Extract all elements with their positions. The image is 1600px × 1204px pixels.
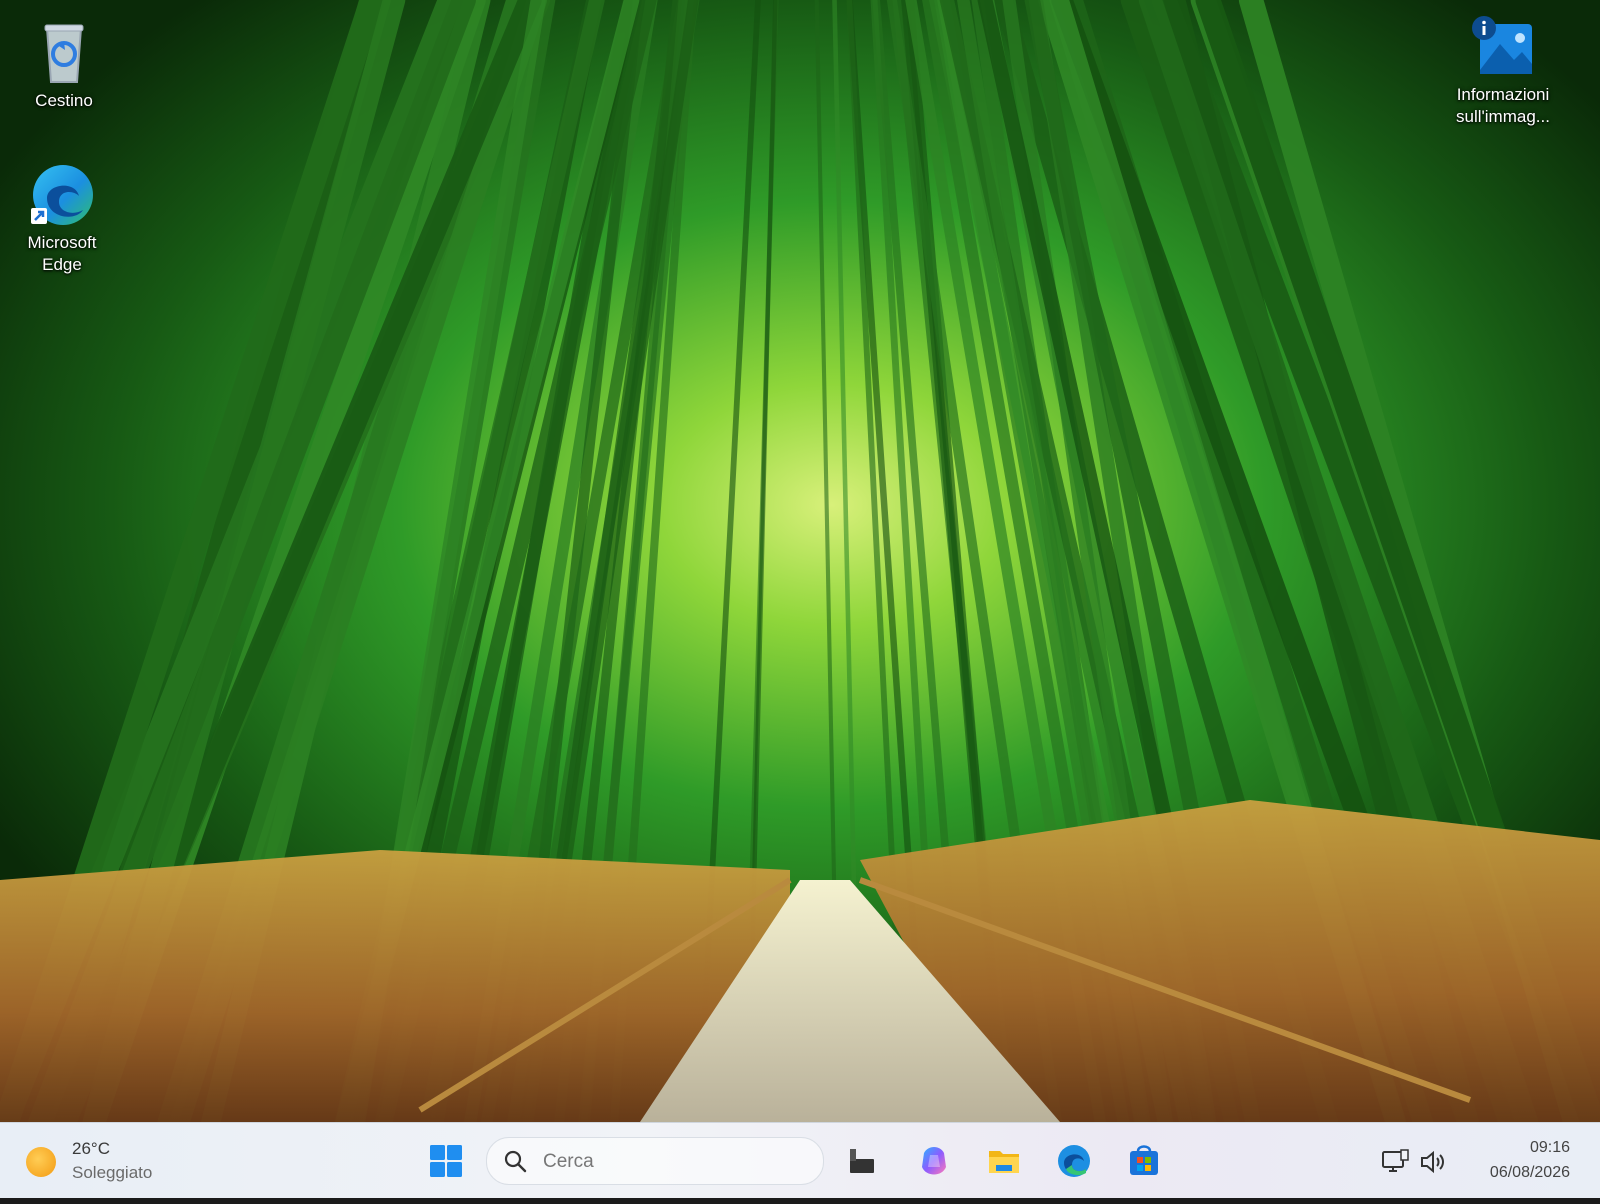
copilot-icon [922, 1147, 946, 1175]
desktop-icon-label: Cestino [35, 91, 93, 110]
edge-taskbar-button[interactable] [1048, 1135, 1100, 1187]
system-clock[interactable]: 09:16 06/08/2026 [1490, 1135, 1570, 1185]
start-icon [430, 1145, 462, 1177]
network-tray-button[interactable] [1380, 1147, 1410, 1177]
clock-date: 06/08/2026 [1489, 1164, 1570, 1181]
image-info-icon [1470, 14, 1536, 80]
desktop-icon-label-line1: Microsoft [27, 233, 97, 252]
weather-temperature: 26°C [72, 1139, 110, 1158]
search-icon [504, 1150, 527, 1173]
network-icon [1382, 1149, 1409, 1172]
start-button[interactable] [420, 1135, 472, 1187]
monitor-bezel [0, 1198, 1600, 1204]
copilot-button[interactable] [908, 1135, 960, 1187]
desktop-icon-label-line1: Informazioni [1456, 85, 1550, 104]
desktop-icon-label-line2: sull'immag... [1456, 107, 1550, 126]
taskbar: 26°C Soleggiato Cerca 09:16 06/08/2026 [0, 1122, 1600, 1199]
wallpaper-bamboo-forest [0, 0, 1600, 1122]
volume-tray-button[interactable] [1418, 1147, 1448, 1177]
microsoft-store-button[interactable] [1118, 1135, 1170, 1187]
edge-icon [1058, 1145, 1090, 1177]
task-view-icon [850, 1149, 874, 1173]
search-input[interactable] [541, 1146, 805, 1178]
clock-time: 09:16 [1529, 1139, 1570, 1156]
taskbar-search[interactable] [486, 1137, 824, 1185]
sun-icon [26, 1147, 56, 1177]
desktop-icon-recycle-bin[interactable]: Cestino [14, 20, 114, 112]
store-icon [1130, 1145, 1158, 1175]
desktop-icon-label-line2: Edge [42, 255, 82, 274]
weather-widget[interactable]: 26°C Soleggiato [26, 1135, 216, 1187]
weather-condition: Soleggiato [72, 1163, 153, 1182]
desktop-icon-microsoft-edge[interactable]: Microsoft Edge [12, 162, 112, 276]
edge-icon [29, 162, 95, 228]
file-explorer-button[interactable] [978, 1135, 1030, 1187]
desktop-icon-image-info[interactable]: Informazioni sull'immag... [1428, 14, 1578, 128]
desktop[interactable]: Cestino Microsoft Edge Informazioni sull… [0, 0, 1600, 1122]
recycle-bin-icon [31, 20, 97, 86]
task-view-button[interactable] [836, 1135, 888, 1187]
file-explorer-icon [989, 1151, 1019, 1173]
volume-icon [1421, 1150, 1444, 1174]
